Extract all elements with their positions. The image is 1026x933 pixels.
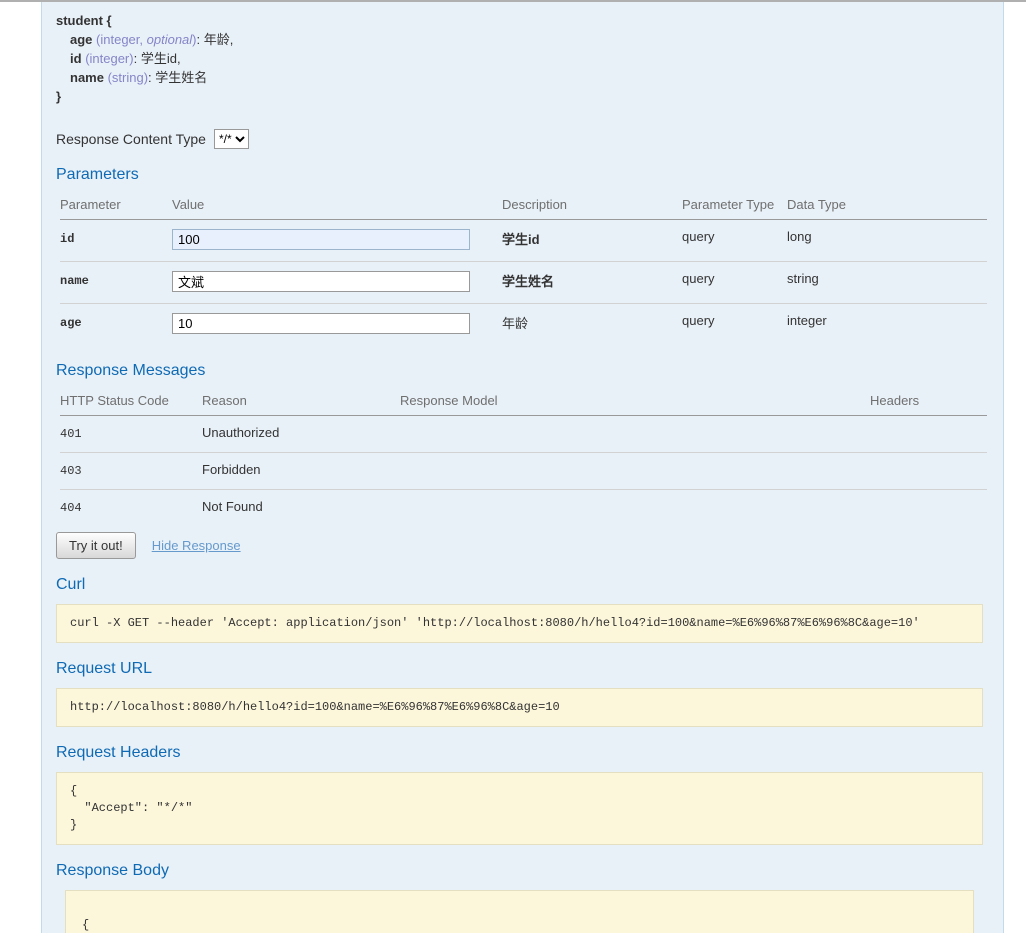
response-content-type-select[interactable]: */* (213, 129, 249, 149)
col-description: Description (502, 194, 682, 220)
col-parameter: Parameter (60, 194, 172, 220)
status-reason: Forbidden (202, 452, 400, 490)
curl-command-block: curl -X GET --header 'Accept: applicatio… (56, 604, 983, 643)
col-reason: Reason (202, 390, 400, 416)
response-message-row-403: 403 Forbidden (60, 452, 987, 490)
status-code: 403 (60, 452, 202, 490)
col-headers: Headers (870, 390, 987, 416)
col-parameter-type: Parameter Type (682, 194, 787, 220)
response-content-type-label: Response Content Type (56, 131, 206, 147)
col-data-type: Data Type (787, 194, 987, 220)
param-input-id[interactable] (172, 229, 470, 250)
col-response-model: Response Model (400, 390, 870, 416)
parameters-table: Parameter Value Description Parameter Ty… (60, 194, 987, 345)
param-row-id: id 学生id query long (60, 219, 987, 262)
curl-heading: Curl (56, 576, 86, 593)
param-type: query (682, 313, 715, 328)
status-response-model (400, 452, 870, 490)
status-response-model (400, 415, 870, 453)
model-property: name (string): 学生姓名 (70, 70, 208, 85)
status-code: 404 (60, 501, 82, 515)
parameters-heading: Parameters (56, 166, 139, 183)
param-type: query (682, 219, 787, 262)
model-close-brace: } (56, 89, 62, 104)
response-messages-header-row: HTTP Status Code Reason Response Model H… (60, 390, 987, 416)
status-headers (870, 415, 987, 453)
response-body-heading: Response Body (56, 862, 169, 879)
col-http-status-code: HTTP Status Code (60, 390, 202, 416)
response-body-block: {"id": 100,"name": "文斌","age": 10} (65, 890, 974, 933)
status-reason: Unauthorized (202, 415, 400, 453)
param-type: query (682, 261, 787, 304)
model-property: id (integer): 学生id, (70, 51, 181, 66)
model-name: student { (56, 13, 112, 28)
json-open-brace: { (82, 918, 90, 932)
response-message-row-401: 401 Unauthorized (60, 415, 987, 453)
param-description: 学生id (502, 219, 682, 262)
response-messages-heading: Response Messages (56, 362, 206, 379)
status-response-model (400, 490, 870, 527)
operation-content-panel: student { age (integer, optional): 年龄, i… (41, 2, 1004, 933)
param-row-name: name 学生姓名 query string (60, 261, 987, 304)
request-url-block: http://localhost:8080/h/hello4?id=100&na… (56, 688, 983, 727)
param-data-type: integer (787, 313, 827, 328)
request-headers-block: { "Accept": "*/*" } (56, 772, 983, 845)
response-messages-table: HTTP Status Code Reason Response Model H… (60, 390, 987, 526)
model-signature: student { age (integer, optional): 年龄, i… (56, 11, 983, 106)
param-input-name[interactable] (172, 271, 470, 292)
status-reason: Not Found (202, 499, 263, 514)
param-data-type: string (787, 261, 987, 304)
col-value: Value (172, 194, 502, 220)
status-code: 401 (60, 415, 202, 453)
request-url-heading: Request URL (56, 660, 153, 677)
status-headers (870, 452, 987, 490)
parameters-header-row: Parameter Value Description Parameter Ty… (60, 194, 987, 220)
hide-response-link[interactable]: Hide Response (152, 538, 241, 553)
model-property: age (integer, optional): 年龄, (70, 32, 234, 47)
param-description: 学生姓名 (502, 261, 682, 304)
response-message-row-404: 404 Not Found (60, 490, 987, 527)
param-data-type: long (787, 219, 987, 262)
param-row-age: age 年龄 query integer (60, 304, 987, 346)
try-it-out-button[interactable]: Try it out! (56, 532, 136, 559)
status-headers (870, 490, 987, 527)
param-input-age[interactable] (172, 313, 470, 334)
param-description: 年龄 (502, 316, 529, 331)
request-headers-heading: Request Headers (56, 744, 181, 761)
